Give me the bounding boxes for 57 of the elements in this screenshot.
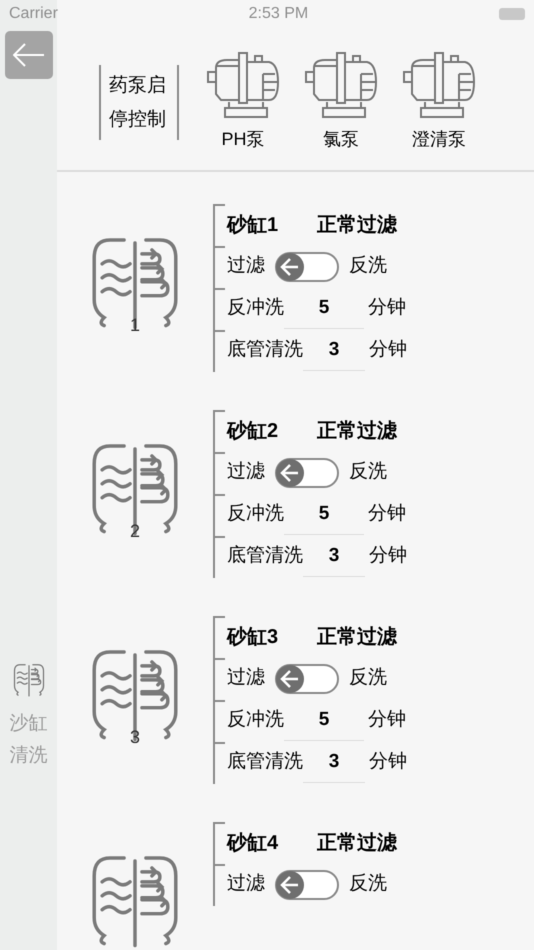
filter-status: 正常过滤 [317, 418, 397, 444]
pump-icon [207, 52, 279, 118]
tank-icon [90, 444, 180, 538]
filter-status: 正常过滤 [317, 212, 397, 238]
setting-label: 底管清洗 [227, 544, 303, 568]
pump-button[interactable]: PH泵 [207, 52, 279, 153]
tank-icon [90, 856, 180, 950]
unit-label: 分钟 [368, 502, 406, 526]
filter-title: 砂缸4 [227, 830, 280, 856]
battery-icon [498, 8, 525, 20]
unit-label: 分钟 [368, 296, 406, 320]
setting-label: 底管清洗 [227, 338, 303, 362]
carrier-label: Carrier [9, 4, 58, 24]
pump-button[interactable]: 澄清泵 [403, 52, 475, 153]
setting-label: 反冲洗 [227, 502, 284, 526]
mode-toggle[interactable] [275, 252, 339, 282]
filter-label: 过滤 [227, 872, 265, 896]
filter-status: 正常过滤 [317, 830, 397, 856]
filter-label: 过滤 [227, 666, 265, 690]
filter-label: 过滤 [227, 254, 265, 278]
pump-button[interactable]: 氯泵 [305, 52, 377, 153]
filter-title: 砂缸3 [227, 624, 280, 650]
tank-icon [90, 238, 180, 332]
backwash-label: 反洗 [349, 254, 387, 278]
tank-number: 3 [130, 726, 140, 749]
filter-title: 砂缸2 [227, 418, 280, 444]
mode-toggle[interactable] [275, 458, 339, 488]
pump-icon [305, 52, 377, 118]
unit-label: 分钟 [369, 338, 407, 362]
unit-label: 分钟 [369, 750, 407, 774]
minutes-field[interactable]: 3 [303, 330, 365, 370]
tank-icon [90, 650, 180, 744]
filter-status: 正常过滤 [317, 624, 397, 650]
tank-number: 2 [130, 520, 140, 543]
backwash-label: 反洗 [349, 872, 387, 896]
backwash-label: 反洗 [349, 666, 387, 690]
filter-label: 过滤 [227, 460, 265, 484]
unit-label: 分钟 [368, 708, 406, 732]
tank-number: 1 [130, 314, 140, 337]
mode-toggle[interactable] [275, 664, 339, 694]
setting-label: 反冲洗 [227, 708, 284, 732]
unit-label: 分钟 [369, 544, 407, 568]
tank-icon [12, 664, 44, 698]
minutes-field[interactable]: 5 [284, 494, 364, 534]
minutes-field[interactable]: 3 [303, 742, 365, 782]
pump-control-label: 药泵启停控制 [109, 74, 167, 132]
backwash-label: 反洗 [349, 460, 387, 484]
pump-icon [403, 52, 475, 118]
mode-toggle[interactable] [275, 870, 339, 900]
setting-label: 底管清洗 [227, 750, 303, 774]
minutes-field[interactable]: 3 [303, 536, 365, 576]
minutes-field[interactable]: 5 [284, 288, 364, 328]
time-label: 2:53 PM [248, 4, 308, 24]
back-arrow-icon [12, 43, 44, 67]
setting-label: 反冲洗 [227, 296, 284, 320]
filter-title: 砂缸1 [227, 212, 280, 238]
minutes-field[interactable]: 5 [284, 700, 364, 740]
